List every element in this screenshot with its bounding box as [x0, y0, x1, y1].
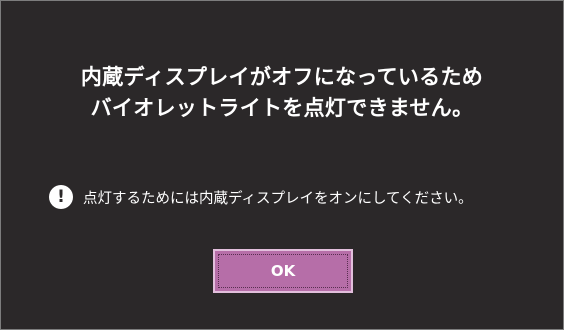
notice-row: ! 点灯するためには内蔵ディスプレイをオンにしてください。 [49, 183, 473, 211]
alert-dialog: 内蔵ディスプレイがオフになっているため バイオレットライトを点灯できません。 !… [0, 0, 564, 330]
dialog-title: 内蔵ディスプレイがオフになっているため バイオレットライトを点灯できません。 [1, 62, 563, 124]
ok-button[interactable]: OK [213, 249, 353, 293]
exclamation-circle-icon: ! [49, 185, 73, 209]
dialog-title-line-1: 内蔵ディスプレイがオフになっているため [80, 65, 484, 89]
dialog-title-line-2: バイオレットライトを点灯できません。 [90, 96, 474, 120]
notice-text: 点灯するためには内蔵ディスプレイをオンにしてください。 [83, 190, 473, 207]
